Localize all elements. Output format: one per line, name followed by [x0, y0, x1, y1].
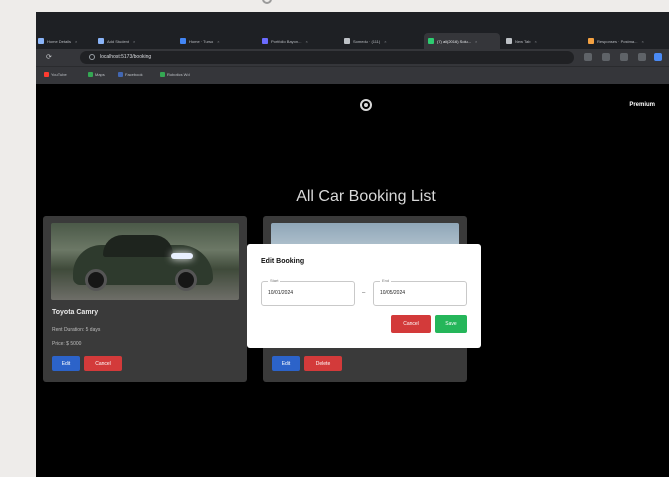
rent-duration: Rent Duration: 5 days — [52, 327, 101, 333]
end-date-value: 10/05/2024 — [380, 290, 406, 296]
browser-tab[interactable]: Somedu · (111) × — [344, 33, 420, 49]
profile-icon[interactable] — [620, 53, 628, 61]
car-wheel-shape — [175, 269, 197, 291]
cancel-booking-button[interactable]: Cancel — [84, 356, 122, 371]
tab-favicon-icon — [262, 38, 268, 44]
reload-icon[interactable]: ⟳ — [46, 53, 52, 62]
start-date-value: 10/01/2024 — [268, 290, 294, 296]
page-title: All Car Booking List — [296, 188, 436, 205]
browser-window: Home Details × Add Student × Home · Turs… — [36, 12, 669, 477]
modal-cancel-button[interactable]: Cancel — [391, 315, 431, 333]
extension-icon[interactable] — [584, 53, 592, 61]
tab-strip: Home Details × Add Student × Home · Turs… — [36, 12, 669, 49]
bookmark-item[interactable]: Robotics Wd — [160, 72, 190, 77]
booking-card: Toyota Camry Rent Duration: 5 days Price… — [43, 216, 247, 382]
bookmarks-bar: YouTube Maps Facebook Robotics Wd — [36, 66, 669, 84]
car-image — [51, 223, 239, 300]
tab-label: Home Details — [47, 38, 72, 44]
download-icon[interactable] — [602, 53, 610, 61]
tab-favicon-icon — [428, 38, 434, 44]
youtube-icon — [44, 72, 49, 77]
facebook-icon — [118, 72, 123, 77]
close-tab-icon[interactable]: × — [133, 39, 135, 44]
edit-button[interactable]: Edit — [272, 356, 300, 371]
bookmark-favicon-icon — [160, 72, 165, 77]
tab-label: Somedu · (111) — [353, 38, 381, 44]
tab-label: Add Student — [107, 38, 130, 44]
bookmark-label: Maps — [95, 72, 105, 77]
end-date-label: End — [380, 278, 392, 283]
edit-button[interactable]: Edit — [52, 356, 80, 371]
camera-indicator-icon — [262, 0, 272, 4]
car-roof-shape — [103, 235, 173, 257]
sidebar-icon[interactable] — [638, 53, 646, 61]
bookmark-item[interactable]: Maps — [88, 72, 105, 77]
bookmark-label: YouTube — [51, 72, 67, 77]
browser-tab[interactable]: Home · Turso × — [180, 33, 256, 49]
delete-booking-button[interactable]: Delete — [304, 356, 342, 371]
close-tab-icon[interactable]: × — [535, 39, 537, 44]
tab-favicon-icon — [180, 38, 186, 44]
start-date-input[interactable]: Start 10/01/2024 — [261, 278, 355, 306]
site-logo-icon[interactable] — [360, 99, 372, 111]
tab-favicon-icon — [506, 38, 512, 44]
edit-booking-modal: Edit Booking Start 10/01/2024 – End 10/0… — [247, 244, 481, 348]
browser-tab[interactable]: Portfolio Bayon... × — [262, 33, 338, 49]
bookmark-label: Facebook — [125, 72, 143, 77]
browser-tab[interactable]: Responses · Postma... × — [588, 33, 668, 49]
car-wheel-shape — [85, 269, 107, 291]
tab-favicon-icon — [98, 38, 104, 44]
modal-save-button[interactable]: Save — [435, 315, 467, 333]
tab-label: Home · Turso — [189, 38, 214, 44]
start-date-label: Start — [268, 278, 281, 283]
price: Price: $ 5000 — [52, 341, 82, 347]
tab-label: New Tab — [515, 38, 531, 44]
modal-title: Edit Booking — [261, 258, 305, 265]
browser-tab-active[interactable]: (7) all(2016) Solu... × — [424, 33, 500, 49]
bookmark-label: Robotics Wd — [167, 72, 190, 77]
tab-favicon-icon — [344, 38, 350, 44]
browser-tab[interactable]: Add Student × — [98, 33, 174, 49]
end-date-input[interactable]: End 10/05/2024 — [373, 278, 467, 306]
nav-link-premium[interactable]: Premium — [629, 102, 655, 108]
site-info-icon[interactable] — [89, 53, 95, 60]
close-tab-icon[interactable]: × — [305, 39, 307, 44]
close-tab-icon[interactable]: × — [75, 39, 77, 44]
account-avatar-icon[interactable] — [654, 53, 662, 61]
browser-tab[interactable]: New Tab × — [506, 33, 582, 49]
car-headlight-shape — [171, 253, 193, 259]
page-content: Premium All Car Booking List Toyota Camr… — [36, 84, 669, 477]
tab-favicon-icon — [38, 38, 44, 44]
address-bar-text: localhost:5173/booking — [100, 54, 152, 60]
address-bar[interactable]: localhost:5173/booking — [80, 51, 574, 64]
browser-toolbar: ⟳ localhost:5173/booking — [36, 49, 669, 66]
close-tab-icon[interactable]: × — [217, 39, 219, 44]
close-tab-icon[interactable]: × — [641, 39, 643, 44]
tab-label: (7) all(2016) Solu... — [437, 38, 472, 44]
close-tab-icon[interactable]: × — [475, 39, 477, 44]
bookmark-item[interactable]: YouTube — [44, 72, 67, 77]
date-range-separator: – — [362, 290, 366, 296]
tab-label: Responses · Postma... — [597, 38, 638, 44]
tab-favicon-icon — [588, 38, 594, 44]
bookmark-item[interactable]: Facebook — [118, 72, 143, 77]
maps-icon — [88, 72, 93, 77]
close-tab-icon[interactable]: × — [384, 39, 386, 44]
browser-tab[interactable]: Home Details × — [38, 33, 90, 49]
tab-label: Portfolio Bayon... — [271, 38, 302, 44]
car-name: Toyota Camry — [52, 309, 99, 316]
